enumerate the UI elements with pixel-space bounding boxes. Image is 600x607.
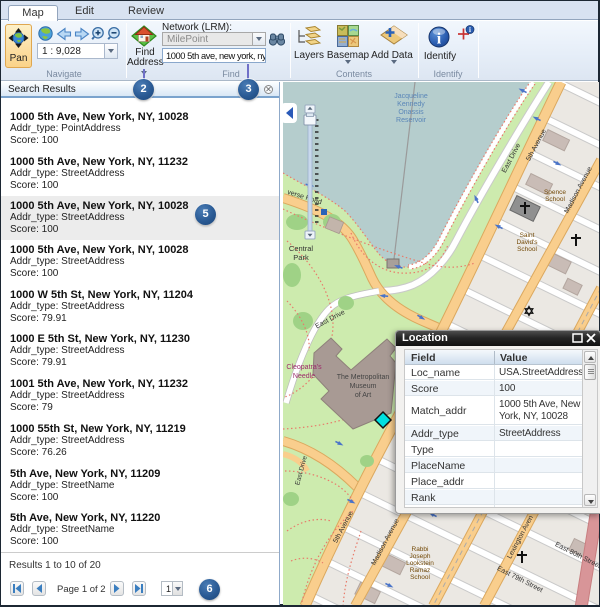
svg-text:Joseph: Joseph [410,553,431,560]
svg-text:Onassis: Onassis [398,109,424,116]
svg-text:Kennedy: Kennedy [397,101,425,108]
svg-text:of Art: of Art [355,392,371,399]
svg-text:Spence: Spence [544,189,566,196]
svg-text:David's: David's [516,239,538,246]
svg-text:Lookstein: Lookstein [406,560,434,567]
svg-text:Reservoir: Reservoir [396,117,427,124]
svg-text:Jacqueline: Jacqueline [394,93,428,100]
svg-text:Rabbi: Rabbi [412,546,429,553]
svg-text:School: School [410,574,430,581]
svg-text:School: School [545,196,565,203]
svg-text:Museum: Museum [350,383,377,390]
svg-text:Park: Park [293,253,309,262]
svg-text:The Metropolitan: The Metropolitan [337,374,390,381]
svg-text:i: i [469,26,471,34]
svg-text:Needle: Needle [293,373,315,380]
svg-text:i: i [437,31,442,48]
svg-text:School: School [517,246,537,253]
svg-text:Central: Central [289,244,314,253]
svg-text:Saint: Saint [520,232,535,239]
svg-text:Cleopatra's: Cleopatra's [286,364,322,371]
svg-text:Ramaz: Ramaz [410,567,431,574]
